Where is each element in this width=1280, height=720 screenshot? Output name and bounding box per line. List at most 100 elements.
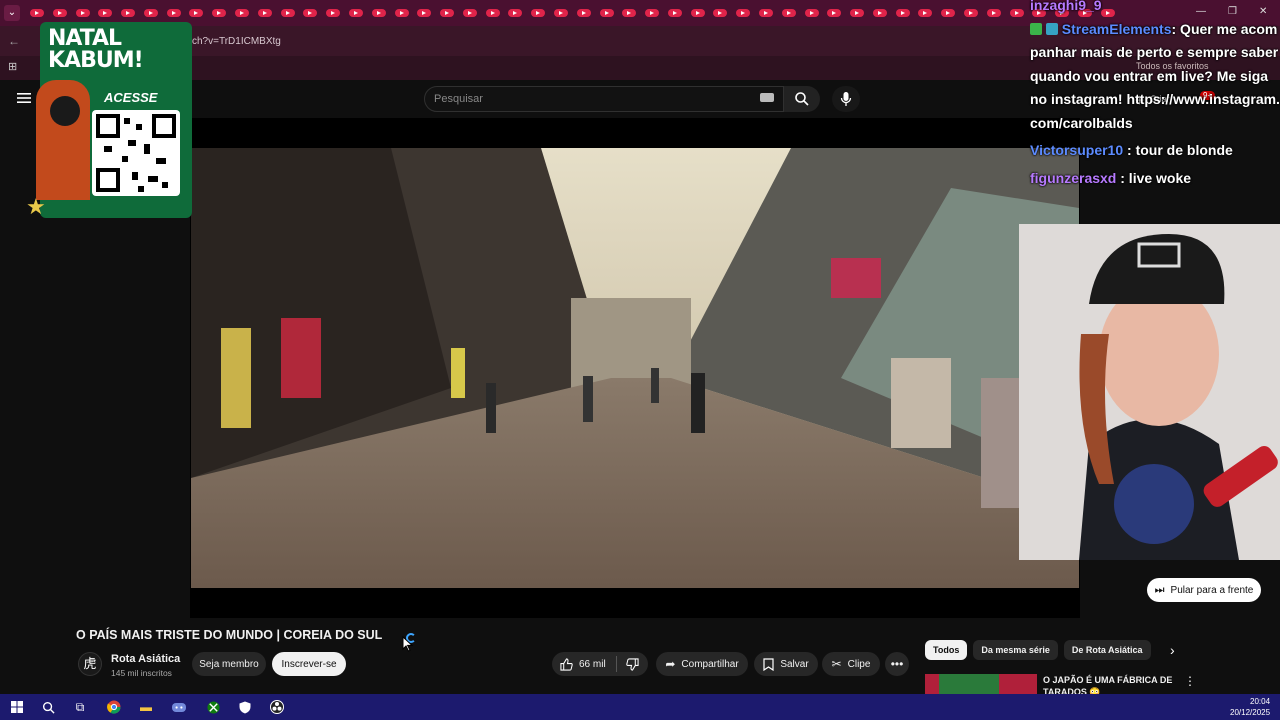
windows-start-icon[interactable]	[8, 698, 26, 716]
file-explorer-icon[interactable]: ▬	[137, 698, 155, 716]
browser-tab-icon[interactable]	[872, 9, 887, 17]
video-frame[interactable]	[191, 148, 1079, 588]
browser-tab-icon[interactable]	[850, 9, 865, 17]
share-button[interactable]: ➦ Compartilhar	[656, 652, 748, 676]
channel-avatar[interactable]: 虎	[78, 652, 102, 676]
subscriber-count: 145 mil inscritos	[111, 668, 172, 678]
browser-tab-icon[interactable]	[166, 9, 181, 17]
discord-icon[interactable]	[170, 698, 188, 716]
chip-from-channel[interactable]: De Rota Asiática	[1063, 640, 1151, 660]
browser-tab-icon[interactable]	[257, 9, 272, 17]
browser-tab-icon[interactable]	[736, 9, 751, 17]
chat-username: Victorsuper10	[1030, 142, 1124, 158]
browser-tab-icon[interactable]	[1009, 9, 1024, 17]
join-label: Seja membro	[199, 658, 259, 670]
browser-tab-icon[interactable]	[804, 9, 819, 17]
promo-title-line1: NATAL	[48, 26, 122, 51]
security-shield-icon[interactable]	[236, 698, 254, 716]
browser-tab-icon[interactable]	[121, 9, 136, 17]
xbox-icon[interactable]	[204, 698, 222, 716]
chip-same-series[interactable]: Da mesma série	[973, 640, 1058, 660]
task-view-icon[interactable]: ⧉	[71, 698, 89, 716]
subscribe-label: Inscrever-se	[281, 658, 337, 670]
mascot-head	[50, 96, 80, 126]
chat-message: figunzerasxd : live woke	[1030, 167, 1280, 191]
browser-tab-icon[interactable]	[189, 9, 204, 17]
browser-tab-icon[interactable]	[326, 9, 341, 17]
browser-tab-icon[interactable]	[508, 9, 523, 17]
related-video-menu-icon[interactable]: ⋮	[1184, 674, 1196, 688]
chrome-icon[interactable]	[105, 698, 123, 716]
subscribe-button[interactable]: Inscrever-se	[272, 652, 346, 676]
join-button[interactable]: Seja membro	[192, 652, 266, 676]
save-button[interactable]: Salvar	[754, 652, 818, 676]
browser-tab-icon[interactable]	[895, 9, 910, 17]
search-icon	[795, 92, 809, 106]
thumbnail-detail	[939, 674, 999, 694]
related-video-thumbnail[interactable]	[925, 674, 1037, 694]
obs-icon[interactable]	[268, 698, 286, 716]
related-filter-chips: Todos Da mesma série De Rota Asiática	[925, 640, 1151, 660]
browser-tab-icon[interactable]	[964, 9, 979, 17]
browser-tab-icon[interactable]	[667, 9, 682, 17]
search-button[interactable]	[784, 86, 820, 112]
browser-tab-icon[interactable]	[531, 9, 546, 17]
browser-tab-icon[interactable]	[645, 9, 660, 17]
apps-grid-icon[interactable]: ⊞	[8, 60, 17, 73]
browser-tab-icon[interactable]	[781, 9, 796, 17]
back-arrow-icon[interactable]: ←	[8, 34, 20, 48]
more-icon: •••	[890, 657, 904, 671]
voice-search-button[interactable]	[832, 86, 860, 112]
mouse-cursor-icon	[402, 636, 414, 652]
more-actions-button[interactable]: •••	[885, 652, 909, 676]
browser-tab-icon[interactable]	[75, 9, 90, 17]
browser-tab-icon[interactable]	[622, 9, 637, 17]
channel-name[interactable]: Rota Asiática	[111, 653, 180, 665]
browser-tab-icon[interactable]	[440, 9, 455, 17]
like-divider	[616, 656, 617, 672]
browser-tab-icon[interactable]	[417, 9, 432, 17]
browser-tab-icon[interactable]	[394, 9, 409, 17]
menu-icon[interactable]	[16, 90, 32, 106]
browser-tab-icon[interactable]	[371, 9, 386, 17]
browser-tab-icon[interactable]	[576, 9, 591, 17]
browser-tab-icon[interactable]	[52, 9, 67, 17]
chip-all[interactable]: Todos	[925, 640, 968, 660]
browser-tab-icon[interactable]	[690, 9, 705, 17]
browser-tab-icon[interactable]	[348, 9, 363, 17]
url-text[interactable]: ch?v=TrD1ICMBXtg	[192, 36, 281, 47]
save-label: Salvar	[780, 658, 809, 670]
chat-username: StreamElements	[1061, 20, 1172, 37]
microphone-icon	[840, 92, 852, 106]
dislike-button[interactable]	[622, 656, 642, 672]
browser-tab-icon[interactable]	[599, 9, 614, 17]
skip-forward-label: Pular para a frente	[1170, 584, 1254, 596]
tab-search-button[interactable]: ⌄	[4, 5, 20, 21]
star-decoration-icon: ★	[26, 194, 46, 219]
browser-tab-icon[interactable]	[462, 9, 477, 17]
browser-tab-icon[interactable]	[280, 9, 295, 17]
browser-tab-icon[interactable]	[143, 9, 158, 17]
promo-title: NATAL KABUM!	[48, 26, 144, 73]
windows-taskbar	[0, 694, 1280, 720]
skip-forward-button[interactable]: ⏭ Pular para a frente	[1147, 578, 1261, 602]
browser-tab-icon[interactable]	[986, 9, 1001, 17]
browser-tab-icon[interactable]	[918, 9, 933, 17]
search-icon[interactable]	[39, 698, 57, 716]
browser-tab-icon[interactable]	[303, 9, 318, 17]
clip-button[interactable]: ✂ Clipe	[822, 652, 880, 676]
promo-title-line2: KABUM!	[48, 48, 144, 73]
keyboard-icon[interactable]	[760, 93, 774, 102]
browser-tab-icon[interactable]	[759, 9, 773, 17]
chevron-right-icon[interactable]: ›	[1170, 642, 1175, 658]
system-clock[interactable]: 20:04 20/12/2025	[1230, 696, 1270, 718]
browser-tab-icon[interactable]	[713, 9, 728, 17]
browser-tab-icon[interactable]	[827, 9, 842, 17]
browser-tab-icon[interactable]	[553, 9, 568, 17]
browser-tab-icon[interactable]	[212, 9, 227, 17]
browser-tab-icon[interactable]	[30, 9, 44, 17]
browser-tab-icon[interactable]	[235, 9, 250, 17]
browser-tab-icon[interactable]	[485, 9, 500, 17]
browser-tab-icon[interactable]	[98, 9, 113, 17]
browser-tab-icon[interactable]	[941, 9, 956, 17]
